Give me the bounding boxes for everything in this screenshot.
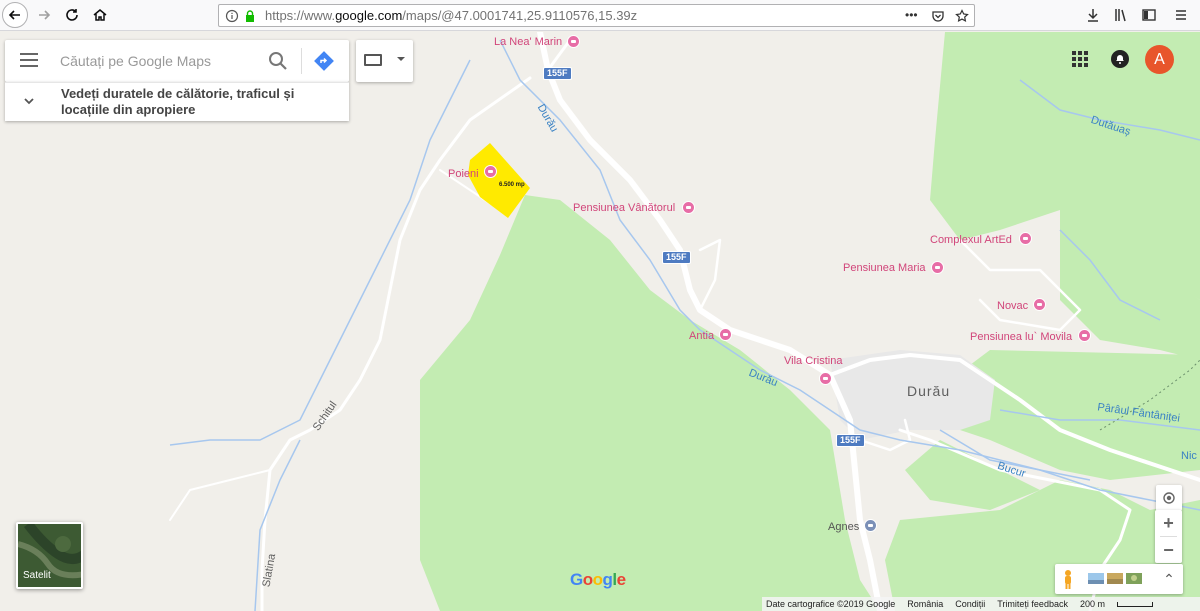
vila-cristina-pin-icon[interactable] <box>819 372 832 385</box>
forward-button[interactable] <box>31 3 57 27</box>
imagery-thumb-2-icon[interactable] <box>1107 573 1123 584</box>
pensiunea-lu-movila-pin-icon[interactable] <box>1078 329 1091 342</box>
sidebar-icon[interactable] <box>1139 5 1159 25</box>
complexul-arted-label[interactable]: Complexul ArtEd <box>930 234 1012 247</box>
complexul-arted-pin-icon[interactable] <box>1019 232 1032 245</box>
url-path: /maps/@47.0001741,25.9110576,15.39z <box>402 8 638 23</box>
url-text: https://www.google.com/maps/@47.0001741,… <box>265 8 637 23</box>
agnes-pin-icon[interactable] <box>864 519 877 532</box>
road-southwest <box>169 469 271 521</box>
search-icon[interactable] <box>267 50 289 72</box>
road-shield-155f-north: 155F <box>543 67 572 80</box>
street-view-bar: ⌃ <box>1055 564 1183 594</box>
arrow-right-icon <box>39 10 51 20</box>
google-logo-g2: g <box>602 570 613 589</box>
input-tools-box <box>356 40 413 82</box>
road-winding-east <box>698 238 722 312</box>
imagery-thumb-3-icon[interactable] <box>1126 573 1142 584</box>
arrow-left-icon <box>8 10 20 20</box>
poieni-pin-icon[interactable] <box>484 165 497 178</box>
url-bar[interactable]: https://www.google.com/maps/@47.0001741,… <box>218 4 975 27</box>
zoom-out-button[interactable]: − <box>1155 537 1182 563</box>
apps-grid-icon[interactable] <box>1072 51 1088 67</box>
lock-icon[interactable] <box>243 9 257 23</box>
expand-chevron-icon <box>24 98 34 105</box>
library-icon[interactable] <box>1111 5 1131 25</box>
zoom-in-button[interactable]: + <box>1155 510 1182 536</box>
poieni-label[interactable]: Poieni <box>448 168 479 181</box>
pegman-icon[interactable] <box>1062 569 1074 589</box>
google-logo: Google <box>570 570 626 590</box>
google-logo-g: G <box>570 570 583 589</box>
notifications-icon[interactable] <box>1111 50 1129 68</box>
google-logo-e: e <box>616 570 626 589</box>
la-nea-marin-label[interactable]: La Nea' Marin <box>494 36 562 49</box>
antia-label[interactable]: Antia <box>689 330 714 343</box>
my-location-button[interactable] <box>1156 485 1182 511</box>
antia-pin-icon[interactable] <box>719 328 732 341</box>
search-box <box>5 40 349 82</box>
pensiunea-vanatorul-label[interactable]: Pensiunea Vânătorul <box>573 202 675 215</box>
google-logo-o1: o <box>582 570 593 589</box>
scale-label[interactable]: 200 m <box>1080 599 1105 609</box>
country-link[interactable]: România <box>907 599 943 609</box>
keyboard-icon[interactable] <box>364 54 382 66</box>
menu-icon[interactable] <box>20 53 38 69</box>
novac-label[interactable]: Novac <box>997 300 1028 313</box>
nic-label: Nic <box>1181 450 1197 462</box>
plot-area-label: 6.500 mp <box>499 182 525 188</box>
novac-pin-icon[interactable] <box>1033 298 1046 311</box>
feedback-link[interactable]: Trimiteți feedback <box>997 599 1068 609</box>
map-data-attribution: Date cartografice ©2019 Google <box>766 599 896 609</box>
browser-toolbar: https://www.google.com/maps/@47.0001741,… <box>0 0 1200 31</box>
terms-link[interactable]: Condiții <box>955 599 985 609</box>
pensiunea-vanatorul-pin-icon[interactable] <box>682 201 695 214</box>
town-label: Durău <box>907 383 951 399</box>
page-actions-button[interactable]: ••• <box>905 8 918 22</box>
url-prefix: https://www. <box>265 8 336 23</box>
expand-imagery-button[interactable]: ⌃ <box>1162 570 1176 587</box>
download-icon[interactable] <box>1083 5 1103 25</box>
travel-info-text: Vedeți duratele de călătorie, traficul ș… <box>61 86 295 117</box>
home-button[interactable] <box>87 3 113 27</box>
satellite-label: Satelit <box>23 570 51 581</box>
scale-bar <box>1116 601 1153 607</box>
search-input[interactable] <box>60 51 260 71</box>
satellite-layer-toggle[interactable]: Satelit <box>16 522 83 589</box>
travel-info-panel[interactable]: Vedeți duratele de călătorie, traficul ș… <box>5 82 349 121</box>
search-divider <box>301 48 302 74</box>
la-nea-marin-pin-icon[interactable] <box>567 35 580 48</box>
reload-icon <box>66 9 78 21</box>
location-target-icon <box>1163 492 1175 504</box>
agnes-label[interactable]: Agnes <box>828 521 859 534</box>
map-footer: Date cartografice ©2019 Google România C… <box>762 597 1200 611</box>
back-button[interactable] <box>2 2 28 28</box>
zoom-controls: + − <box>1155 510 1182 563</box>
pensiunea-lu-movila-label[interactable]: Pensiunea lu` Movila <box>970 331 1072 344</box>
chevron-down-icon[interactable] <box>397 57 405 61</box>
road-shield-155f-mid: 155F <box>662 251 691 264</box>
directions-icon[interactable] <box>313 50 335 72</box>
hamburger-menu-icon[interactable] <box>1171 5 1191 25</box>
pocket-icon[interactable] <box>931 9 945 23</box>
forest-area-center <box>420 195 880 611</box>
pensiunea-maria-pin-icon[interactable] <box>931 261 944 274</box>
account-avatar[interactable]: A <box>1145 45 1174 74</box>
info-icon[interactable] <box>225 9 239 23</box>
bookmark-star-icon[interactable] <box>955 9 969 23</box>
google-logo-o2: o <box>592 570 603 589</box>
url-host: google.com <box>335 8 403 23</box>
reload-button[interactable] <box>59 3 85 27</box>
pensiunea-maria-label[interactable]: Pensiunea Maria <box>843 262 926 275</box>
home-icon <box>93 9 107 21</box>
imagery-thumb-1-icon[interactable] <box>1088 573 1104 584</box>
road-shield-155f-south: 155F <box>836 434 865 447</box>
vila-cristina-label[interactable]: Vila Cristina <box>784 355 843 368</box>
